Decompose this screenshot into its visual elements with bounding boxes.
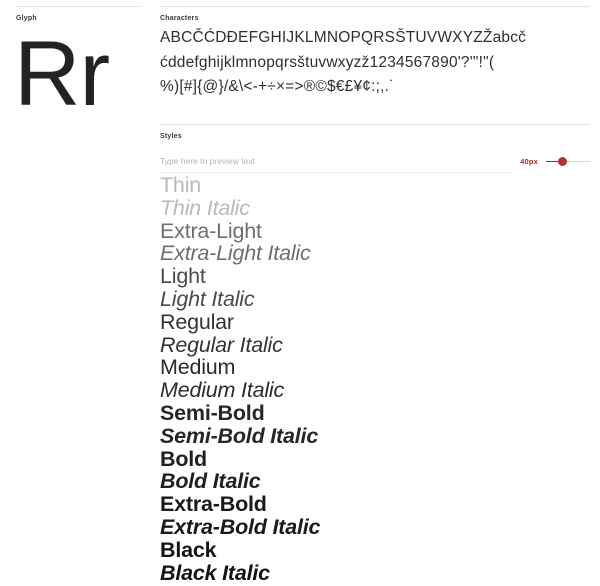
font-size-value-label: 40px	[520, 156, 538, 166]
character-set-line: ćddefghijklmnopqrsštuvwxyzž1234567890'?'…	[160, 53, 495, 71]
style-list-item[interactable]: Medium	[160, 356, 590, 379]
slider-thumb[interactable]	[558, 156, 568, 166]
style-list-item[interactable]: Light Italic	[160, 288, 590, 311]
glyph-section-label: Glyph	[16, 15, 37, 22]
style-list-item[interactable]: Black	[160, 538, 590, 562]
preview-controls: 40px	[160, 152, 590, 173]
styles-section-label: Styles	[160, 133, 182, 140]
glyph-preview: Rr	[14, 26, 144, 122]
style-list-item[interactable]: Bold Italic	[160, 470, 590, 493]
characters-section-divider	[160, 6, 590, 7]
style-list-item[interactable]: Extra-Light Italic	[160, 242, 590, 265]
character-set-line: ABCČĆDĐEFGHIJKLMNOPQRSŠTUVWXYZŽabcč	[160, 29, 527, 46]
style-list-item[interactable]: Black Italic	[160, 561, 590, 585]
style-list-item[interactable]: Light	[160, 265, 590, 288]
style-list-item[interactable]: Extra-Bold Italic	[160, 516, 590, 539]
style-list-item[interactable]: Thin Italic	[160, 196, 590, 220]
style-list-item[interactable]: Regular	[160, 310, 590, 334]
glyph-sample-text: Rr	[14, 23, 110, 125]
font-specimen-page: Glyph Rr Characters ABCČĆDĐEFGHIJKLMNOPQ…	[0, 0, 600, 586]
style-list-item[interactable]: Regular Italic	[160, 333, 590, 357]
style-list-item[interactable]: Medium Italic	[160, 379, 590, 402]
glyph-section-divider	[16, 6, 140, 7]
font-size-slider[interactable]: 40px	[520, 152, 590, 170]
style-list: Thin Thin Italic Extra-Light Extra-Light It…	[160, 174, 590, 586]
style-list-item[interactable]: Extra-Light	[160, 219, 590, 243]
characters-section-label: Characters	[160, 15, 199, 22]
style-list-item[interactable]: Thin	[160, 174, 590, 197]
style-list-item[interactable]: Bold	[160, 447, 590, 471]
character-set: ABCČĆDĐEFGHIJKLMNOPQRSŠTUVWXYZŽabcč ćdde…	[160, 26, 592, 100]
styles-section-divider	[160, 124, 590, 125]
style-list-item[interactable]: Semi-Bold Italic	[160, 424, 590, 448]
preview-text-input[interactable]	[160, 152, 510, 173]
character-set-line: %)[#]{@}/&\<-+÷×=>®©$€£¥¢:;,.˙	[160, 78, 395, 95]
font-size-slider-track[interactable]	[546, 155, 590, 167]
style-list-item[interactable]: Extra-Bold	[160, 493, 590, 516]
style-list-item[interactable]: Semi-Bold	[160, 402, 590, 425]
